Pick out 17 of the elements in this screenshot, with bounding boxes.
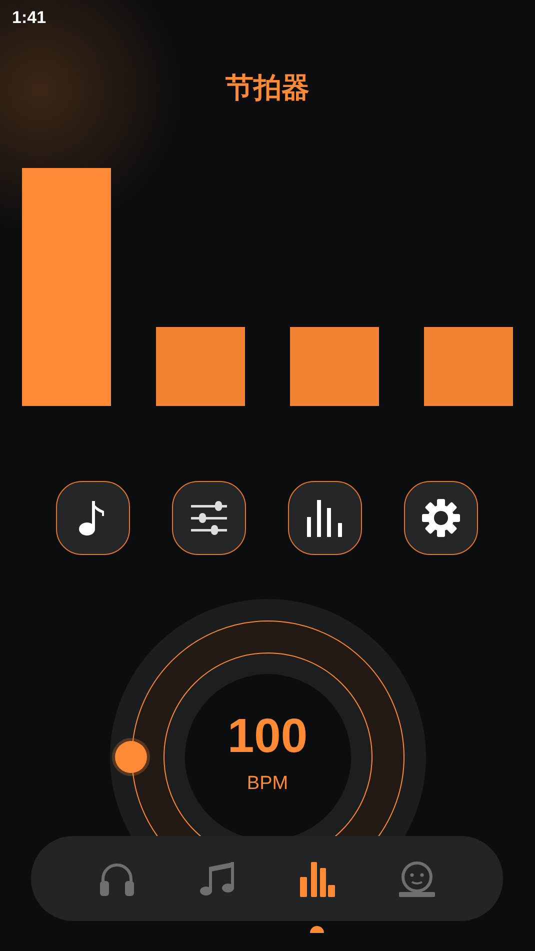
music-notes-icon	[199, 860, 235, 896]
smiley-face-icon	[399, 860, 435, 896]
page-title: 节拍器	[224, 71, 310, 105]
tempo-value: 100	[227, 711, 308, 763]
headphones-icon	[99, 860, 135, 896]
selected-indicator	[310, 926, 324, 932]
settings-icon	[422, 499, 460, 537]
sliders-icon	[190, 500, 228, 536]
sliders-button[interactable]	[172, 481, 246, 555]
tempo-unit: BPM	[246, 773, 288, 795]
status-time: 1:41	[12, 8, 46, 28]
bar-chart-icon	[306, 499, 344, 537]
bars-button[interactable]	[288, 481, 362, 555]
dial-knob[interactable]	[110, 737, 150, 777]
note-button[interactable]	[56, 481, 130, 555]
bar-chart-icon	[299, 860, 335, 896]
settings-button[interactable]	[404, 481, 478, 555]
